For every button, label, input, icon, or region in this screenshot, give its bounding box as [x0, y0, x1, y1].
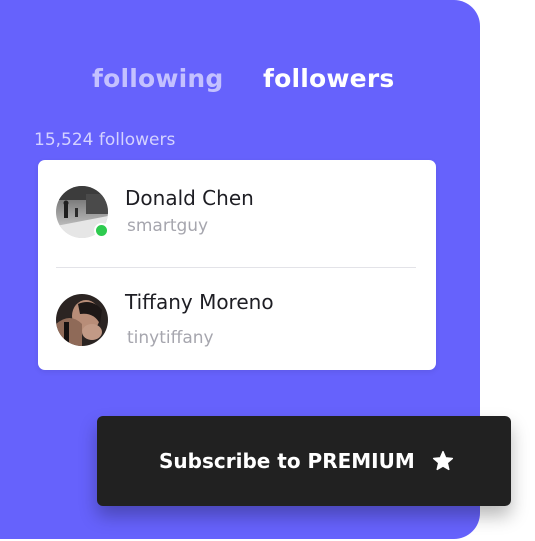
followers-count: 15,524 followers: [34, 130, 176, 150]
user-name: Tiffany Moreno: [125, 290, 274, 314]
online-status-dot: [94, 223, 109, 238]
avatar[interactable]: [56, 294, 108, 346]
user-handle: smartguy: [127, 216, 209, 236]
tab-followers[interactable]: followers: [263, 64, 394, 93]
user-name: Donald Chen: [125, 186, 254, 210]
tab-following[interactable]: following: [92, 64, 224, 93]
list-item[interactable]: Donald Chen smartguy: [38, 160, 436, 264]
avatar-image: [56, 294, 108, 346]
subscribe-premium-button[interactable]: Subscribe to PREMIUM: [97, 416, 511, 506]
followers-list: Donald Chen smartguy Tiffany Moreno tiny…: [38, 160, 436, 370]
tab-bar: following followers: [0, 64, 480, 98]
list-item[interactable]: Tiffany Moreno tinytiffany: [38, 266, 436, 370]
avatar[interactable]: [56, 186, 109, 238]
star-icon: [432, 450, 454, 471]
subscribe-label: Subscribe to PREMIUM: [159, 449, 415, 473]
user-handle: tinytiffany: [127, 328, 214, 348]
